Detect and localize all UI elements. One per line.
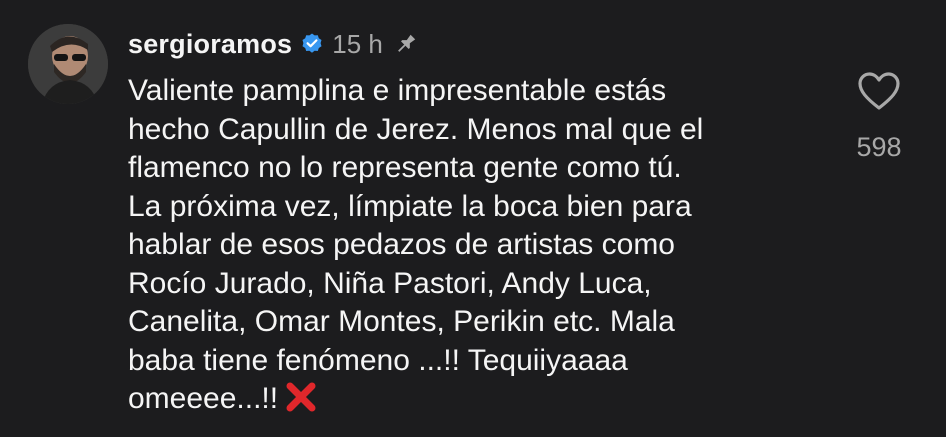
like-count: 598	[856, 132, 902, 162]
comment: sergioramos 15 h Valiente pamplina e imp…	[0, 0, 946, 437]
cross-mark-icon	[284, 380, 318, 414]
verified-badge-icon	[300, 32, 324, 56]
comment-text-content: Valiente pamplina e impresentable estás …	[128, 74, 704, 415]
heart-outline-icon	[858, 72, 900, 110]
like-button[interactable]	[856, 70, 902, 112]
pin-icon	[393, 31, 419, 57]
username[interactable]: sergioramos	[128, 29, 292, 60]
avatar[interactable]	[28, 24, 108, 104]
timestamp: 15 h	[332, 28, 383, 59]
comment-text: Valiente pamplina e impresentable estás …	[128, 72, 818, 419]
comment-header: sergioramos 15 h	[128, 26, 419, 62]
avatar-image	[28, 24, 108, 104]
